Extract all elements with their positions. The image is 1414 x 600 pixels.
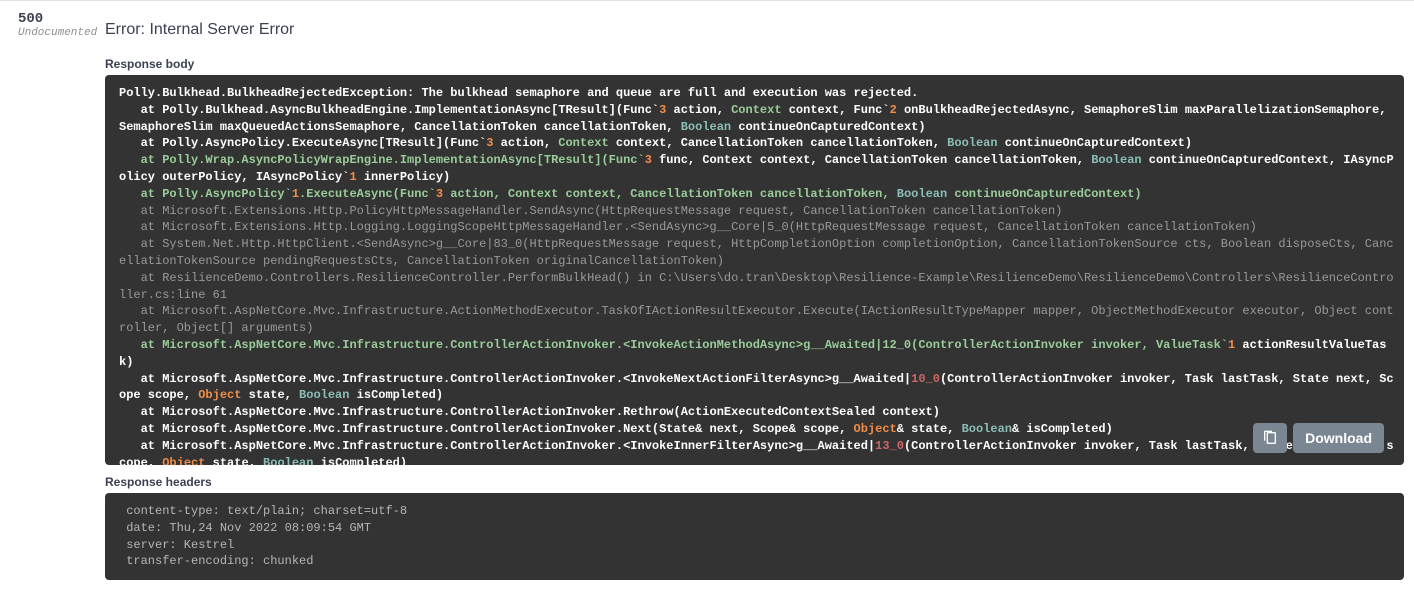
stack-line: at Microsoft.AspNetCore.Mvc.Infrastructu… [119, 421, 1398, 438]
stack-line: at Microsoft.Extensions.Http.PolicyHttpM… [119, 203, 1398, 220]
copy-button[interactable] [1253, 423, 1287, 453]
stack-line: at Polly.AsyncPolicy.ExecuteAsync[TResul… [119, 135, 1398, 152]
status-code: 500 [18, 11, 105, 27]
stack-trace[interactable]: Polly.Bulkhead.BulkheadRejectedException… [105, 75, 1404, 465]
response-headers-block: content-type: text/plain; charset=utf-8 … [105, 493, 1404, 580]
clipboard-icon [1262, 430, 1278, 446]
stack-line: at Microsoft.AspNetCore.Mvc.Infrastructu… [119, 303, 1398, 337]
response-headers-label: Response headers [105, 475, 1404, 489]
stack-line: at Microsoft.AspNetCore.Mvc.Infrastructu… [119, 337, 1398, 371]
stack-line: at Microsoft.Extensions.Http.Logging.Log… [119, 219, 1398, 236]
status-col: 500 Undocumented [0, 1, 105, 590]
download-button[interactable]: Download [1293, 423, 1384, 453]
response-row: 500 Undocumented Error: Internal Server … [0, 0, 1414, 590]
stack-line: at Microsoft.AspNetCore.Mvc.Infrastructu… [119, 371, 1398, 405]
stack-line: at Microsoft.AspNetCore.Mvc.Infrastructu… [119, 438, 1398, 465]
response-body-label: Response body [105, 57, 1404, 71]
error-title: Error: Internal Server Error [105, 11, 1404, 57]
stack-line: at Polly.Bulkhead.AsyncBulkheadEngine.Im… [119, 102, 1398, 136]
stack-line: Polly.Bulkhead.BulkheadRejectedException… [119, 85, 1398, 102]
undocumented-label: Undocumented [18, 27, 105, 39]
stack-line: at Polly.Wrap.AsyncPolicyWrapEngine.Impl… [119, 152, 1398, 186]
response-body-block: Polly.Bulkhead.BulkheadRejectedException… [105, 75, 1404, 465]
stack-line: at Polly.AsyncPolicy`1.ExecuteAsync(Func… [119, 186, 1398, 203]
stack-line: at ResilienceDemo.Controllers.Resilience… [119, 270, 1398, 304]
stack-line: at System.Net.Http.HttpClient.<SendAsync… [119, 236, 1398, 270]
detail-col: Error: Internal Server Error Response bo… [105, 1, 1414, 590]
stack-line: at Microsoft.AspNetCore.Mvc.Infrastructu… [119, 404, 1398, 421]
